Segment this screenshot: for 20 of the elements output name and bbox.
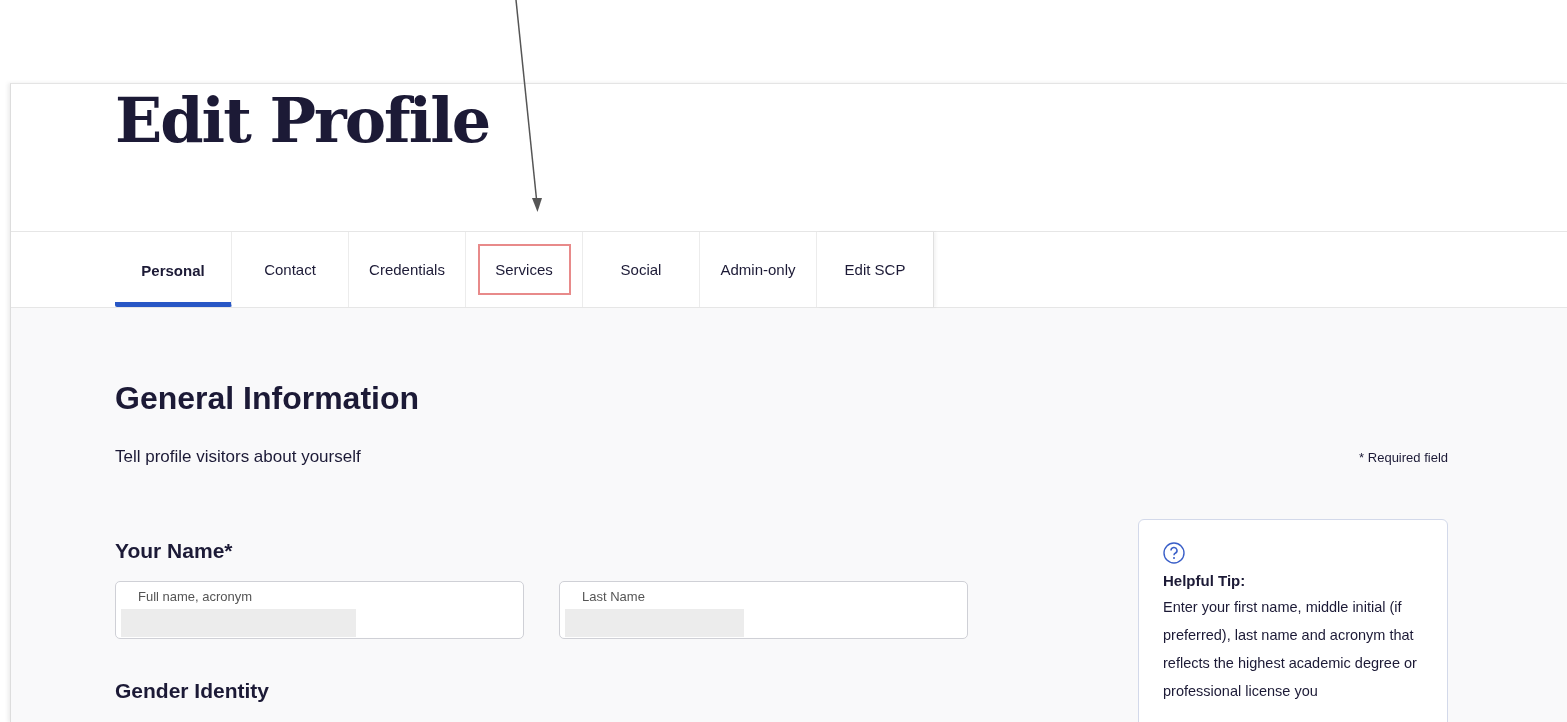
tab[interactable]: Personal xyxy=(115,232,232,307)
tab[interactable]: Services xyxy=(466,232,583,307)
field-label: Last Name xyxy=(581,589,646,604)
group-title: Your Name* xyxy=(115,539,234,563)
tab[interactable]: Contact xyxy=(232,232,349,307)
tab[interactable]: Edit SCP xyxy=(817,232,934,307)
tab[interactable]: Social xyxy=(583,232,700,307)
input-field[interactable]: Full name, acronym xyxy=(115,581,524,639)
section-subtitle: Tell profile visitors about yourself xyxy=(115,447,361,467)
section-title: General Information xyxy=(115,380,421,417)
required-note: * Required field xyxy=(1359,449,1448,465)
tip-title: Helpful Tip: xyxy=(1163,572,1247,589)
group-title: Gender Identity xyxy=(115,679,271,703)
help-icon xyxy=(1163,542,1185,564)
page-title: Edit Profile xyxy=(115,84,491,154)
tab[interactable]: Credentials xyxy=(349,232,466,307)
field-label: Full name, acronym xyxy=(137,589,254,604)
tip-text: Enter your first name, middle initial (if preferred), last name and acronym that reflects the highest academic degree or professional license you xyxy=(1163,598,1418,701)
input-field[interactable]: Last Name xyxy=(559,581,968,639)
tab[interactable]: Admin-only xyxy=(700,232,817,307)
